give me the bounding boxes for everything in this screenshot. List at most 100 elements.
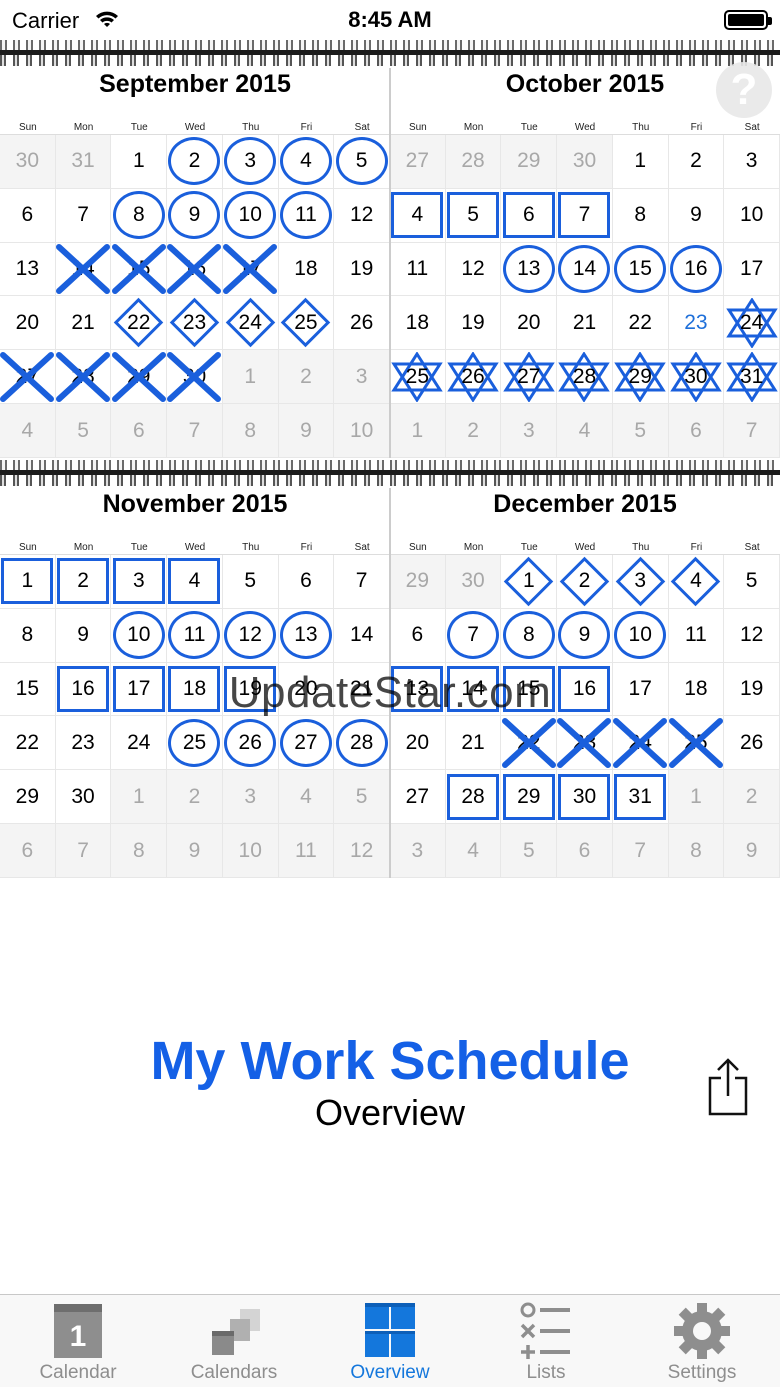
day-cell[interactable]: 16: [167, 242, 223, 297]
day-cell[interactable]: 3: [724, 135, 780, 189]
day-cell-outside[interactable]: 3: [501, 404, 558, 458]
day-cell-outside[interactable]: 1: [111, 770, 168, 825]
day-cell[interactable]: 7: [334, 555, 390, 609]
day-cell-outside[interactable]: 3: [222, 770, 279, 825]
day-cell-outside[interactable]: 9: [278, 404, 335, 458]
day-cell[interactable]: 6: [501, 188, 558, 243]
day-cell-outside[interactable]: 29: [390, 555, 446, 609]
day-cell[interactable]: 1: [612, 135, 669, 189]
tab-lists[interactable]: Lists: [468, 1295, 624, 1387]
day-cell[interactable]: 22: [612, 296, 669, 351]
day-cell[interactable]: 5: [445, 188, 502, 243]
day-cell[interactable]: 25: [668, 716, 725, 771]
day-cell[interactable]: 13: [0, 242, 56, 297]
day-cell-outside[interactable]: 30: [445, 555, 502, 609]
day-cell-outside[interactable]: 1: [222, 350, 279, 405]
day-cell[interactable]: 9: [557, 608, 613, 663]
day-cell[interactable]: 11: [668, 608, 725, 663]
day-cell[interactable]: 31: [612, 770, 669, 825]
day-cell[interactable]: 30: [167, 350, 223, 405]
day-cell[interactable]: 27: [501, 350, 558, 405]
day-cell-outside[interactable]: 6: [111, 404, 168, 458]
day-cell-outside[interactable]: 3: [334, 350, 390, 405]
day-cell-outside[interactable]: 27: [390, 135, 446, 189]
day-cell-outside[interactable]: 8: [668, 824, 725, 878]
day-cell-outside[interactable]: 5: [612, 404, 669, 458]
day-cell-outside[interactable]: 5: [55, 404, 112, 458]
day-cell[interactable]: 22: [501, 716, 558, 771]
tab-settings[interactable]: Settings: [624, 1295, 780, 1387]
day-cell[interactable]: 22: [0, 716, 56, 771]
day-cell[interactable]: 7: [55, 188, 112, 243]
day-cell[interactable]: 10: [612, 608, 669, 663]
day-cell[interactable]: 5: [334, 135, 390, 189]
day-cell[interactable]: 20: [278, 662, 335, 717]
day-cell[interactable]: 19: [334, 242, 390, 297]
day-cell[interactable]: 29: [0, 770, 56, 825]
day-cell[interactable]: 26: [445, 350, 502, 405]
day-cell[interactable]: 3: [222, 135, 279, 189]
day-cell[interactable]: 25: [390, 350, 446, 405]
day-cell[interactable]: 2: [167, 135, 223, 189]
day-cell[interactable]: 17: [222, 242, 279, 297]
day-cell[interactable]: 31: [724, 350, 780, 405]
day-cell[interactable]: 9: [55, 608, 112, 663]
day-cell-outside[interactable]: 29: [501, 135, 558, 189]
day-cell-outside[interactable]: 31: [55, 135, 112, 189]
day-cell[interactable]: 25: [278, 296, 335, 351]
day-cell[interactable]: 26: [724, 716, 780, 771]
day-cell[interactable]: 14: [334, 608, 390, 663]
day-cell[interactable]: 3: [612, 555, 669, 609]
day-cell[interactable]: 18: [668, 662, 725, 717]
day-cell[interactable]: 14: [445, 662, 502, 717]
day-cell-outside[interactable]: 30: [557, 135, 613, 189]
day-cell[interactable]: 8: [0, 608, 56, 663]
day-cell-outside[interactable]: 7: [167, 404, 223, 458]
day-cell[interactable]: 26: [334, 296, 390, 351]
day-cell[interactable]: 27: [278, 716, 335, 771]
day-cell-outside[interactable]: 30: [0, 135, 56, 189]
day-cell-outside[interactable]: 9: [724, 824, 780, 878]
month-panel[interactable]: December 2015 Sun Mon Tue Wed Thu Fri Sa…: [390, 458, 780, 878]
day-cell[interactable]: 30: [55, 770, 112, 825]
day-cell[interactable]: 20: [501, 296, 558, 351]
day-cell[interactable]: 4: [390, 188, 446, 243]
day-cell[interactable]: 7: [445, 608, 502, 663]
day-cell-outside[interactable]: 7: [724, 404, 780, 458]
day-cell[interactable]: 29: [111, 350, 168, 405]
day-cell[interactable]: 27: [0, 350, 56, 405]
day-cell[interactable]: 18: [278, 242, 335, 297]
day-cell-outside[interactable]: 9: [167, 824, 223, 878]
day-cell[interactable]: 10: [724, 188, 780, 243]
help-icon[interactable]: ?: [716, 62, 772, 118]
day-cell[interactable]: 5: [724, 555, 780, 609]
day-cell[interactable]: 7: [557, 188, 613, 243]
day-cell[interactable]: 21: [334, 662, 390, 717]
day-cell[interactable]: 29: [612, 350, 669, 405]
day-cell-outside[interactable]: 10: [222, 824, 279, 878]
month-panel[interactable]: September 2015 Sun Mon Tue Wed Thu Fri S…: [0, 38, 390, 458]
tab-calendar[interactable]: 1 Calendar: [0, 1295, 156, 1387]
day-cell[interactable]: 23: [557, 716, 613, 771]
day-cell[interactable]: 21: [445, 716, 502, 771]
day-cell[interactable]: 6: [0, 188, 56, 243]
day-cell[interactable]: 15: [111, 242, 168, 297]
day-cell-outside[interactable]: 28: [445, 135, 502, 189]
day-cell[interactable]: 11: [167, 608, 223, 663]
day-cell-outside[interactable]: 12: [334, 824, 390, 878]
day-cell-outside[interactable]: 7: [55, 824, 112, 878]
day-cell[interactable]: 12: [334, 188, 390, 243]
day-cell-outside[interactable]: 11: [278, 824, 335, 878]
tab-calendars[interactable]: Calendars: [156, 1295, 312, 1387]
day-cell-outside[interactable]: 4: [278, 770, 335, 825]
day-cell-outside[interactable]: 2: [278, 350, 335, 405]
day-cell-outside[interactable]: 8: [222, 404, 279, 458]
day-cell-outside[interactable]: 7: [612, 824, 669, 878]
day-cell-outside[interactable]: 8: [111, 824, 168, 878]
day-cell[interactable]: 30: [668, 350, 725, 405]
day-cell-outside[interactable]: 5: [501, 824, 558, 878]
day-cell[interactable]: 19: [724, 662, 780, 717]
day-cell-today[interactable]: 23: [668, 296, 725, 351]
day-cell-outside[interactable]: 2: [445, 404, 502, 458]
day-cell-outside[interactable]: 4: [0, 404, 56, 458]
